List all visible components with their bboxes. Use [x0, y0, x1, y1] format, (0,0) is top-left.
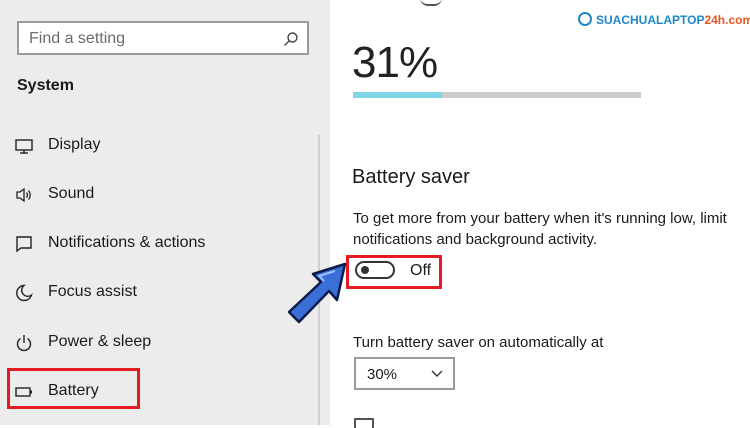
cropped-checkbox-fragment [354, 418, 374, 428]
notification-icon [16, 236, 32, 253]
sidebar-item-label: Notifications & actions [48, 234, 206, 251]
power-icon [16, 335, 32, 352]
battery-saver-title: Battery saver [352, 166, 470, 188]
settings-sidebar: Find a setting System Display Sound Noti… [0, 0, 330, 425]
monitor-icon [15, 139, 33, 154]
section-title: System [17, 77, 74, 94]
sidebar-item-sound[interactable]: Sound [0, 175, 318, 215]
logo-mark-icon [578, 12, 592, 26]
sidebar-item-focus-assist[interactable]: Focus assist [0, 273, 318, 313]
watermark-logo: SUACHUALAPTOP24h.com [578, 12, 750, 30]
search-placeholder: Find a setting [29, 30, 126, 47]
chevron-down-icon [431, 370, 443, 377]
logo-text-accent: 24h.com [704, 13, 750, 27]
sidebar-item-power-sleep[interactable]: Power & sleep [0, 323, 318, 363]
auto-threshold-dropdown[interactable]: 30% [354, 357, 455, 390]
dropdown-selected-value: 30% [367, 366, 398, 383]
logo-text: SUACHUALAPTOP24h.com [596, 13, 750, 27]
sidebar-item-display[interactable]: Display [0, 126, 318, 166]
auto-threshold-label: Turn battery saver on automatically at [353, 334, 604, 351]
toggle-highlight-box [346, 255, 442, 289]
battery-level-fill [353, 92, 443, 98]
sidebar-item-label: Display [48, 136, 101, 153]
moon-icon [16, 284, 33, 302]
speaker-icon [16, 187, 31, 203]
battery-percentage: 31% [352, 38, 438, 87]
pointer-arrow-icon [287, 262, 347, 324]
search-icon [284, 32, 298, 46]
sidebar-item-label: Sound [48, 185, 95, 202]
sidebar-item-label: Power & sleep [48, 333, 152, 350]
battery-level-bar [353, 92, 641, 98]
sidebar-item-label: Focus assist [48, 283, 137, 300]
battery-highlight-box [7, 368, 140, 409]
sidebar-item-notifications[interactable]: Notifications & actions [0, 224, 318, 264]
search-input[interactable]: Find a setting [17, 21, 309, 55]
logo-text-main: SUACHUALAPTOP [596, 13, 705, 27]
battery-saver-description: To get more from your battery when it's … [353, 210, 727, 248]
